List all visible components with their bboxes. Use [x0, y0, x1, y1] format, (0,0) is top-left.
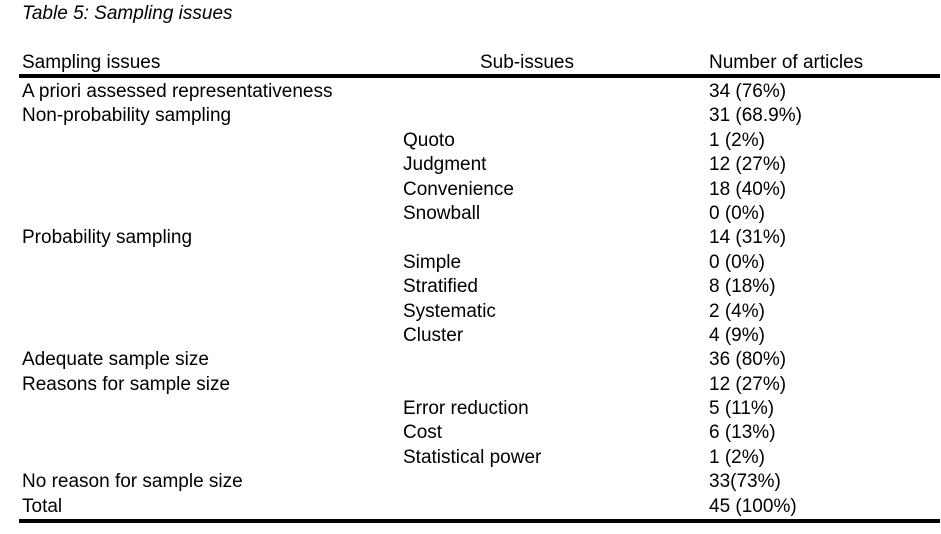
cell-count: 6 (13%) [709, 422, 776, 444]
table-row: Judgment 12 (27%) [19, 153, 940, 177]
cell-count: 2 (4%) [709, 300, 765, 322]
cell-sub-issue: Simple [403, 251, 462, 273]
cell-count: 18 (40%) [709, 178, 787, 200]
cell-sub-issue: Convenience [403, 178, 514, 200]
cell-count: 34 (76%) [709, 81, 787, 102]
cell-sub-issue: Quoto [403, 129, 455, 151]
table-row: A priori assessed representativeness 34 (… [19, 80, 940, 104]
cell-count: 0 (0%) [709, 251, 765, 273]
cell-count: 8 (18%) [709, 276, 776, 298]
cell-count: 4 (9%) [709, 324, 765, 346]
table-row: Cost 6 (13%) [19, 421, 940, 445]
cell-sub-issue: Cluster [403, 324, 464, 346]
cell-count: 1 (2%) [709, 446, 765, 468]
cell-sub-issue: Judgment [403, 154, 487, 176]
cell-count: 36 (80%) [709, 349, 787, 371]
cell-count: 45 (100%) [709, 495, 797, 517]
cell-sub-issue: Systematic [403, 300, 496, 322]
table-row: Cluster 4 (9%) [19, 324, 940, 348]
cell-sub-issue: Snowball [403, 202, 481, 224]
table-row: Non-probability sampling 31 (68.9%) [19, 104, 940, 128]
cell-count: 14 (31%) [709, 227, 787, 249]
cell-sub-issue: Error reduction [403, 398, 529, 420]
cell-issue: No reason for sample size [22, 471, 243, 493]
table-row: Quoto 1 (2%) [19, 129, 940, 153]
table-row: Snowball 0 (0%) [19, 202, 940, 226]
table-row: Convenience 18 (40%) [19, 178, 940, 202]
header-number-of-articles: Number of articles [709, 52, 864, 73]
table-row: Simple 0 (0%) [19, 251, 940, 275]
cell-sub-issue: Stratified [403, 276, 478, 298]
cell-issue: Adequate sample size [22, 349, 209, 371]
cell-count: 5 (11%) [709, 398, 775, 420]
cell-sub-issue: Statistical power [403, 446, 542, 468]
table-row: Stratified 8 (18%) [19, 275, 940, 299]
table-row: No reason for sample size 33(73%) [19, 470, 940, 494]
table-header-row: Sampling issues Sub-issues Number of art… [19, 52, 940, 74]
cell-count: 12 (27%) [709, 373, 787, 395]
table-row: Reasons for sample size 12 (27%) [19, 373, 940, 397]
table-body: A priori assessed representativeness 34 (… [19, 78, 940, 519]
cell-issue: A priori assessed representativeness [22, 81, 333, 102]
cell-issue: Probability sampling [22, 227, 193, 249]
bottom-rule [19, 519, 940, 524]
cell-issue: Non-probability sampling [22, 105, 232, 127]
cell-count: 0 (0%) [709, 202, 765, 224]
sampling-issues-table: Sampling issues Sub-issues Number of art… [19, 52, 940, 524]
cell-issue: Total [22, 495, 63, 517]
table-row: Total 45 (100%) [19, 495, 940, 519]
table-row: Systematic 2 (4%) [19, 300, 940, 324]
table-row: Statistical power 1 (2%) [19, 446, 940, 470]
cell-count: 1 (2%) [709, 129, 765, 151]
table-row: Adequate sample size 36 (80%) [19, 348, 940, 372]
header-sub-issues: Sub-issues [480, 52, 574, 73]
cell-sub-issue: Cost [403, 422, 443, 444]
table-row: Probability sampling 14 (31%) [19, 226, 940, 250]
table-row: Error reduction 5 (11%) [19, 397, 940, 421]
cell-count: 12 (27%) [709, 154, 787, 176]
cell-issue: Reasons for sample size [22, 373, 231, 395]
cell-count: 33(73%) [709, 471, 781, 493]
header-sampling-issues: Sampling issues [22, 52, 161, 73]
cell-count: 31 (68.9%) [709, 105, 802, 127]
table-caption: Table 5: Sampling issues [22, 3, 233, 24]
